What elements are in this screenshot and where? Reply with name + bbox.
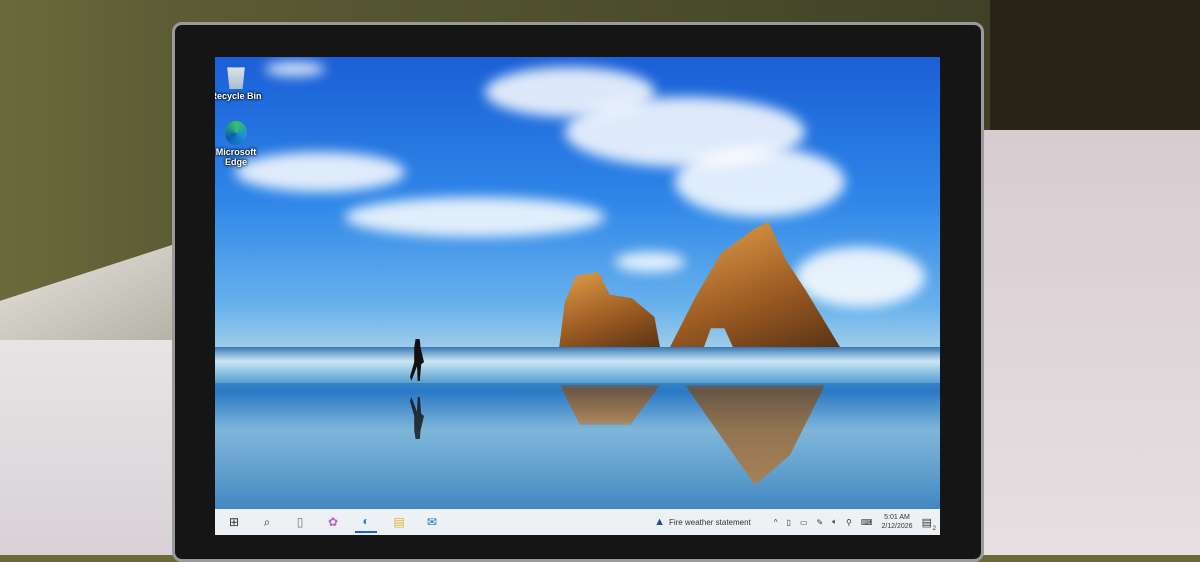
windows-icon: ⊞ [228,515,240,529]
desktop-icon-label: Recycle Bin [215,91,262,101]
notification-count: 2 [932,525,936,532]
shelf [990,0,1200,150]
time: 5:01 AM [884,514,910,521]
clock[interactable]: 5:01 AM 2/12/2026 [881,513,912,531]
start-button[interactable]: ⊞ [223,511,245,533]
desktop-screen: Recycle Bin Microsoft Edge ⊞ ⌕ ▯ ✿ ◐ ▤ ✉… [215,57,940,535]
keyboard-icon[interactable]: ⌨ [861,518,873,527]
desktop-icon-edge[interactable]: Microsoft Edge [215,121,263,167]
edge-icon [225,121,247,145]
search-button[interactable]: ⌕ [256,511,278,533]
runner-reflection [410,397,424,439]
notification-button[interactable]: ▤ 2 [921,516,936,532]
date: 2/12/2026 [881,523,913,530]
table-right [975,130,1200,555]
outlook-button[interactable]: ✉ [421,511,443,533]
system-tray: ▲ Fire weather statement ^ ▯ ▭ ✎ 🔈︎ ⚲ ⌨ … [654,513,940,532]
edge-icon: ◐ [362,514,370,528]
pen-icon[interactable]: ✎ [817,518,824,527]
warning-icon: ▲ [654,516,665,528]
notification-icon: ▤ [921,516,932,529]
volume-icon[interactable]: 🔈︎ [832,517,837,527]
edge-taskbar-button[interactable]: ◐ [355,511,377,533]
desktop-icon-label: Microsoft Edge [215,147,257,167]
outlook-icon: ✉ [426,515,438,529]
file-explorer-button[interactable]: ▤ [388,511,410,533]
weather-text: Fire weather statement [668,517,751,527]
desktop-icon-recycle-bin[interactable]: Recycle Bin [215,65,263,101]
surf [215,347,940,383]
usb-icon[interactable]: ▯ [787,518,791,527]
network-icon[interactable]: ⚲ [846,518,852,527]
task-view-icon: ▯ [296,515,304,529]
copilot-icon: ✿ [327,515,339,529]
task-view-button[interactable]: ▯ [289,511,311,533]
recycle-bin-icon [227,67,245,89]
taskbar: ⊞ ⌕ ▯ ✿ ◐ ▤ ✉ ▲ Fire weather statement ^… [215,509,940,535]
copilot-button[interactable]: ✿ [322,511,344,533]
weather-widget[interactable]: ▲ Fire weather statement [654,516,751,528]
battery-icon[interactable]: ▭ [800,518,808,527]
folder-icon: ▤ [393,515,405,529]
chevron-up-icon[interactable]: ^ [774,518,778,527]
search-icon: ⌕ [263,514,271,529]
small-rock [559,272,660,347]
